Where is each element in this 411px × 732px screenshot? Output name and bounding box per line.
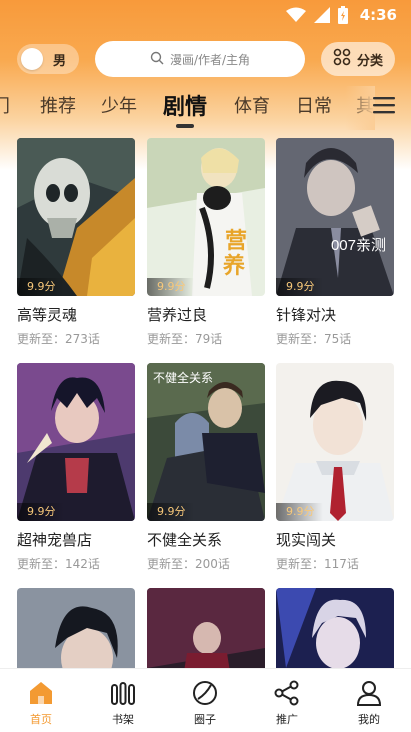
- nav-label: 书架: [112, 713, 134, 726]
- comic-card[interactable]: [147, 588, 265, 668]
- comic-card[interactable]: 不健全关系 9.9分 不健全关系 更新至：200话: [147, 363, 265, 572]
- header-row: 男 漫画/作者/主角 分类: [0, 40, 411, 80]
- comic-card[interactable]: 9.9分 高等灵魂 更新至：273话: [17, 138, 135, 347]
- tab-recommend[interactable]: 推荐: [40, 92, 76, 118]
- search-input[interactable]: 漫画/作者/主角: [95, 41, 305, 77]
- comic-card[interactable]: 9.9分 现实闯关 更新至：117话: [276, 363, 394, 572]
- gender-label: 男: [53, 53, 67, 69]
- comic-cover: 营 养 9.9分: [147, 138, 265, 296]
- nav-mine[interactable]: 我的: [339, 679, 399, 727]
- nav-home[interactable]: 首页: [11, 679, 71, 727]
- tab-shonen[interactable]: 少年: [101, 92, 137, 118]
- status-time: 4:36: [359, 6, 397, 24]
- nav-circle[interactable]: 圈子: [175, 679, 235, 727]
- comic-card[interactable]: 9.9分 超神宠兽店 更新至：142话: [17, 363, 135, 572]
- comic-update: 更新至：75话: [276, 332, 352, 346]
- circle-icon: [175, 679, 235, 707]
- toggle-knob: [21, 48, 43, 70]
- comic-cover: [276, 588, 394, 668]
- comic-update: 更新至：273话: [17, 332, 100, 346]
- battery-icon: [337, 6, 348, 24]
- category-button[interactable]: 分类: [321, 42, 395, 76]
- comic-title: 高等灵魂: [17, 306, 78, 324]
- share-icon: [257, 679, 317, 707]
- tab-partial-left[interactable]: 门: [0, 92, 10, 118]
- svg-text:养: 养: [222, 253, 245, 279]
- comic-title: 针锋对决: [276, 306, 337, 324]
- comic-cover: [17, 588, 135, 668]
- cover-text: 不健全关系: [153, 371, 214, 385]
- status-bar: 4:36: [0, 0, 411, 30]
- score-badge: 9.9分: [147, 278, 194, 296]
- score-badge: 9.9分: [276, 278, 323, 296]
- home-icon: [11, 679, 71, 707]
- category-label: 分类: [356, 53, 383, 69]
- comic-cover: 9.9分: [17, 363, 135, 521]
- comic-update: 更新至：79话: [147, 332, 223, 346]
- tab-indicator: [176, 124, 194, 128]
- comic-title: 不健全关系: [147, 531, 223, 549]
- score-badge: 9.9分: [17, 503, 64, 521]
- grid-icon: [333, 48, 351, 70]
- tab-drama[interactable]: 剧情: [163, 89, 207, 121]
- tab-sports[interactable]: 体育: [234, 92, 270, 118]
- score-badge: 9.9分: [17, 278, 64, 296]
- comic-title: 超神宠兽店: [17, 531, 93, 549]
- search-icon: [150, 50, 164, 69]
- nav-label: 圈子: [194, 713, 216, 726]
- comic-title: 营养过良: [147, 306, 208, 324]
- gender-toggle[interactable]: 男: [17, 44, 79, 74]
- search-placeholder: 漫画/作者/主角: [169, 52, 251, 67]
- nav-label: 我的: [358, 713, 380, 726]
- bottom-nav: 首页 书架 圈子 推广 我的: [0, 668, 411, 732]
- nav-shelf[interactable]: 书架: [93, 679, 153, 727]
- comic-cover: 不健全关系 9.9分: [147, 363, 265, 521]
- nav-label: 推广: [276, 713, 298, 726]
- comic-update: 更新至：142话: [17, 557, 100, 571]
- svg-text:营: 营: [225, 229, 247, 254]
- comic-cover: 9.9分: [276, 363, 394, 521]
- comic-card[interactable]: 营 养 9.9分 营养过良 更新至：79话: [147, 138, 265, 347]
- comic-cover: 007亲测 9.9分: [276, 138, 394, 296]
- score-badge: 9.9分: [276, 503, 323, 521]
- comic-update: 更新至：117话: [276, 557, 359, 571]
- comic-grid: 9.9分 高等灵魂 更新至：273话 营 养 9.9分 营养过良 更新至：79话: [0, 138, 411, 668]
- comic-cover: 9.9分: [17, 138, 135, 296]
- comic-card[interactable]: [276, 588, 394, 668]
- user-icon: [339, 679, 399, 707]
- signal-icon: [313, 7, 330, 23]
- cover-text: 007亲测: [330, 237, 386, 254]
- nav-label: 首页: [30, 713, 52, 726]
- category-tabs: 门 推荐 少年 剧情 体育 日常 其: [0, 86, 411, 130]
- comic-card[interactable]: [17, 588, 135, 668]
- comic-update: 更新至：200话: [147, 557, 230, 571]
- nav-promote[interactable]: 推广: [257, 679, 317, 727]
- bookshelf-icon: [93, 679, 153, 707]
- tab-daily[interactable]: 日常: [296, 92, 332, 118]
- tab-fade: [345, 86, 375, 130]
- comic-cover: [147, 588, 265, 668]
- comic-card[interactable]: 007亲测 9.9分 针锋对决 更新至：75话: [276, 138, 394, 347]
- comic-title: 现实闯关: [276, 531, 337, 549]
- score-badge: 9.9分: [147, 503, 194, 521]
- wifi-icon: [285, 7, 306, 23]
- menu-icon[interactable]: [373, 96, 395, 118]
